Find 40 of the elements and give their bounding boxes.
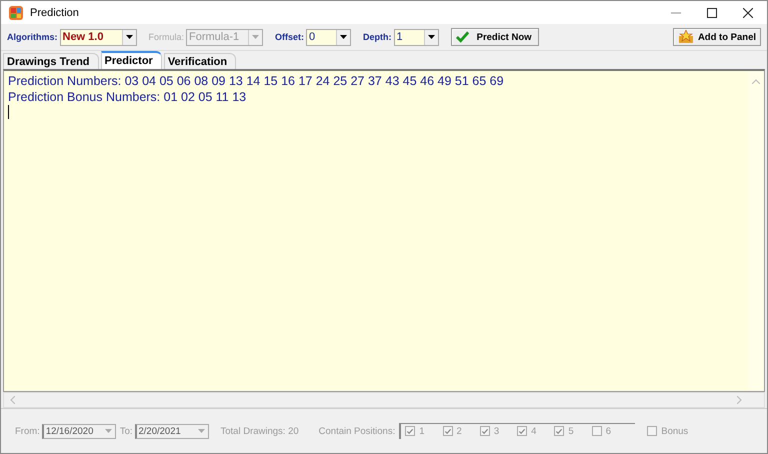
scroll-right-icon[interactable] [737,396,742,404]
caret-icon [126,35,132,39]
combo-label: Depth: [363,32,392,42]
checkmark-icon [444,426,452,436]
caret-icon [252,35,260,39]
checkmark-icon [555,426,564,436]
tab[interactable]: Drawings Trend [3,53,99,69]
output-area[interactable]: Prediction Numbers: 03 04 05 06 08 09 13 14 15 16 17 24 25 27 37 43 45 46 49 51 65 69 Prediction Bonus Numbers: 01 02 05 11 13 [3,69,765,392]
tab[interactable]: Predictor [100,51,162,69]
scroll-up-icon[interactable] [752,79,760,84]
scroll-left-icon[interactable] [10,396,15,404]
output-line: Prediction Bonus Numbers: 01 02 05 11 13 [8,89,248,105]
caret-icon [340,35,348,39]
total-drawings: Total Drawings: 20 [220,426,299,436]
checkmark-icon [480,426,489,436]
to-label: To: [120,426,132,436]
text-cursor [8,105,9,119]
maximize-icon[interactable] [707,8,717,18]
dropdown[interactable]: New 1.0 [60,28,136,46]
window-title: Prediction [30,6,79,18]
app-icon [8,4,24,20]
combo-label: Algorithms: [7,32,58,42]
star-folder-icon [678,30,694,44]
dropdown[interactable]: 0 [306,28,352,46]
caret-icon [428,35,435,39]
caret-icon [105,429,112,433]
add-to-panel-button[interactable]: Add to Panel [673,28,761,46]
positions-label: Contain Positions: [318,426,396,436]
close-icon[interactable] [743,8,753,18]
predict-now-button[interactable]: Predict Now [450,28,539,46]
combo-label: Formula: [148,32,184,42]
combo-label: Offset: [275,32,304,42]
checkmark-icon [518,426,526,436]
checkmark-icon [406,426,414,436]
caret-icon [198,429,205,433]
output-line: Prediction Numbers: 03 04 05 06 08 09 13 14 15 16 17 24 25 27 37 43 45 46 49 51 65 69 [8,73,505,89]
tab[interactable]: Verification [164,53,236,69]
checkmark-icon [456,31,469,43]
from-label: From: [15,426,40,436]
dropdown[interactable]: 1 [394,28,439,46]
